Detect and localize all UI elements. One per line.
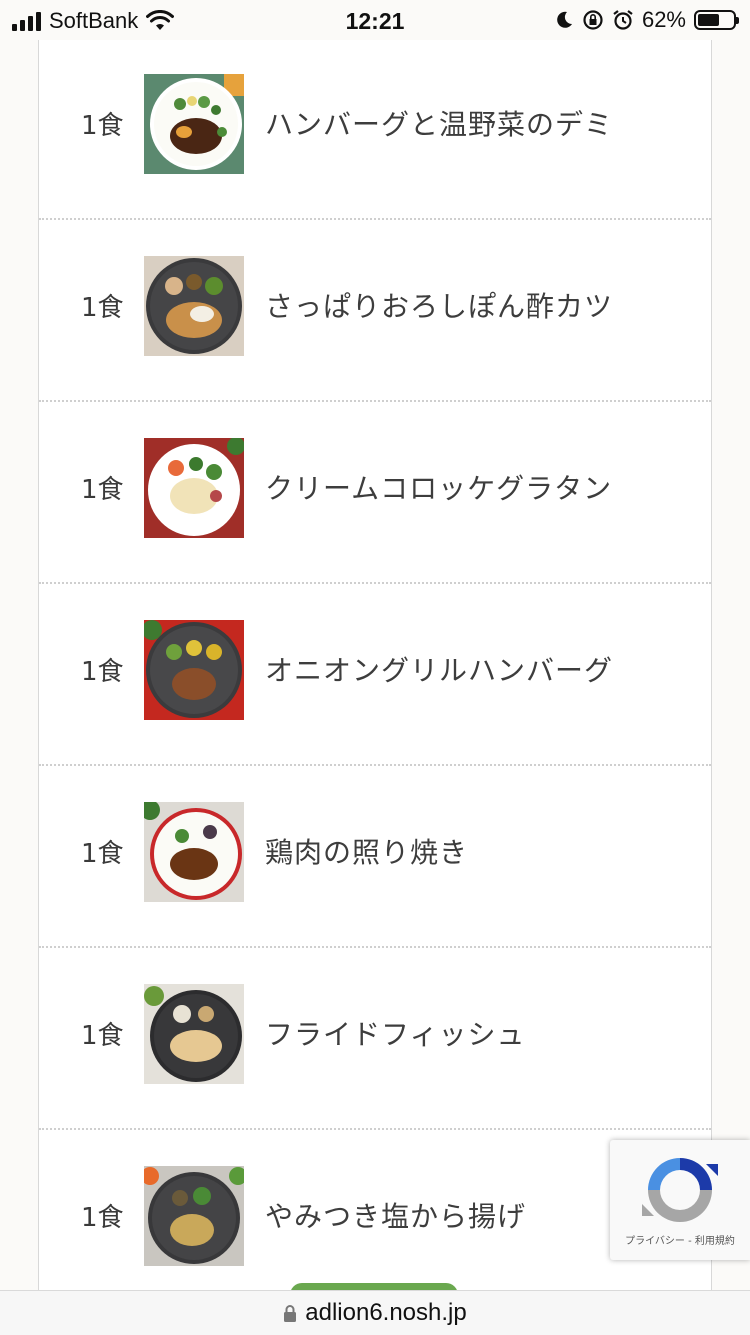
alarm-icon xyxy=(613,10,633,30)
item-name: クリームコロッケグラタン xyxy=(265,472,613,505)
address-inner: adlion6.nosh.jp xyxy=(0,1299,750,1327)
recaptcha-privacy-terms-link[interactable]: プライバシー - 利用規約 xyxy=(610,1232,750,1247)
rotation-lock-icon xyxy=(583,10,603,30)
item-name: オニオングリルハンバーグ xyxy=(265,654,614,687)
item-name: フライドフィッシュ xyxy=(265,1018,526,1051)
menu-list: 1食 ハンバーグと温野菜のデミ 1食 さっぱりおろしぽん酢カツ 1食 クリームコ… xyxy=(38,37,712,1312)
battery-icon xyxy=(694,10,739,30)
food-photo xyxy=(144,438,244,538)
url-text[interactable]: adlion6.nosh.jp xyxy=(305,1299,466,1327)
item-quantity: 1食 xyxy=(81,1203,124,1233)
battery-percent: 62% xyxy=(641,7,686,32)
list-item[interactable]: 1食 さっぱりおろしぽん酢カツ xyxy=(39,219,711,402)
food-photo xyxy=(144,984,244,1084)
food-photo xyxy=(144,256,244,356)
item-quantity: 1食 xyxy=(81,839,124,869)
food-photo xyxy=(144,620,244,720)
list-item[interactable]: 1食 フライドフィッシュ xyxy=(39,947,711,1130)
status-right: 62% xyxy=(554,7,739,33)
item-quantity: 1食 xyxy=(81,111,124,141)
list-item[interactable]: 1食 鶏肉の照り焼き xyxy=(39,765,711,948)
item-name: やみつき塩から揚げ xyxy=(265,1200,527,1233)
item-name: ハンバーグと温野菜のデミ xyxy=(265,108,614,141)
food-photo xyxy=(144,1166,244,1266)
list-item[interactable]: 1食 オニオングリルハンバーグ xyxy=(39,583,711,766)
list-item[interactable]: 1食 ハンバーグと温野菜のデミ xyxy=(39,37,711,220)
recaptcha-badge[interactable]: プライバシー - 利用規約 xyxy=(610,1140,750,1260)
list-item[interactable]: 1食 クリームコロッケグラタン xyxy=(39,401,711,584)
moon-icon xyxy=(557,11,572,28)
lock-icon xyxy=(284,1305,297,1322)
item-quantity: 1食 xyxy=(81,293,124,323)
status-bar: SoftBank 12:21 62% xyxy=(0,0,750,40)
item-quantity: 1食 xyxy=(81,657,124,687)
food-photo xyxy=(144,74,244,174)
item-quantity: 1食 xyxy=(81,475,124,505)
recaptcha-logo-icon xyxy=(642,1158,718,1222)
food-photo xyxy=(144,802,244,902)
item-name: 鶏肉の照り焼き xyxy=(265,836,469,869)
item-quantity: 1食 xyxy=(81,1021,124,1051)
browser-address-bar[interactable]: adlion6.nosh.jp xyxy=(0,1290,750,1335)
item-name: さっぱりおろしぽん酢カツ xyxy=(265,290,614,323)
